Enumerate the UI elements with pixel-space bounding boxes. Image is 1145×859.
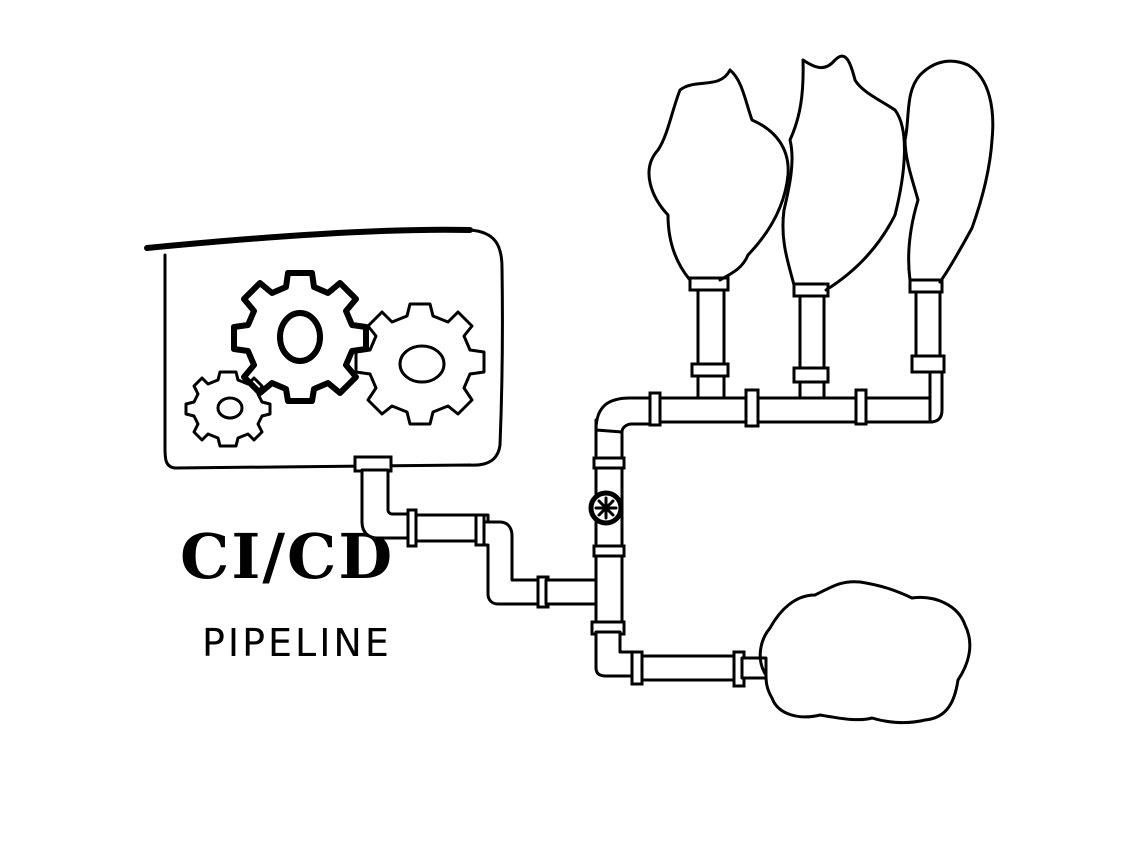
smoke-cloud-icon [781,54,906,292]
ci-cd-pipeline-sketch: CI/CD PIPELINE [144,54,995,725]
smoke-cloud-icon [647,68,790,282]
gear-icon [231,270,369,404]
gear-icon [354,302,486,426]
machine-box [144,226,504,470]
pipe-manifold [648,276,946,428]
cloud-icon [758,580,972,725]
valve-icon [588,490,624,526]
smoke-cloud-icon [903,59,995,284]
pipe-lower-branch [594,630,768,688]
gear-icon [184,370,272,448]
diagram-title: CI/CD [180,520,394,593]
pipe-riser [588,396,658,636]
diagram-subtitle: PIPELINE [202,621,392,665]
